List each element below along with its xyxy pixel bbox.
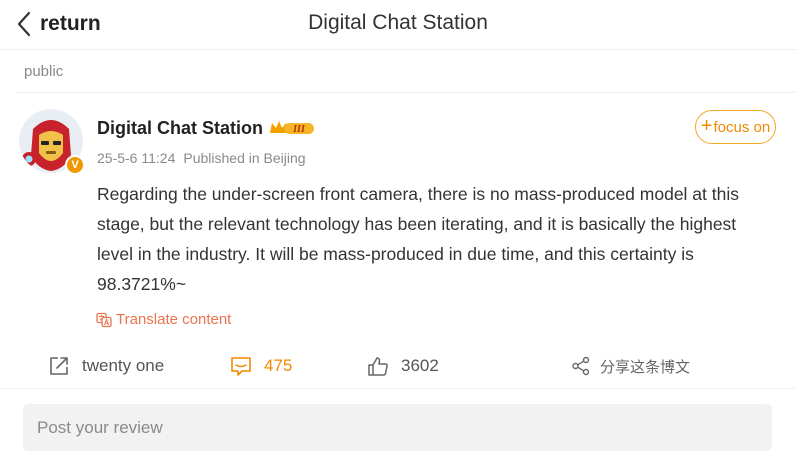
visibility-label: public [24, 63, 64, 80]
translate-label: Translate content [116, 311, 232, 328]
like-count: 3602 [401, 356, 439, 375]
post-meta: 25-5-6 11:24 Published in Beijing [97, 150, 306, 166]
location: Published in Beijing [183, 150, 306, 166]
vip-crown-icon: III [270, 121, 314, 135]
comment-icon [231, 357, 251, 376]
comment-count: 475 [264, 356, 293, 375]
timestamp: 25-5-6 11:24 [97, 150, 176, 166]
share-icon [572, 356, 590, 376]
divider [16, 92, 796, 93]
share-label: 分享这条博文 [600, 358, 691, 376]
vip-level: III [292, 124, 306, 135]
action-bar: twenty one 475 3602 分享这条博文 [0, 345, 796, 389]
author-row: Digital Chat Station III [97, 116, 316, 140]
post-body: Regarding the under-screen front camera,… [97, 184, 739, 294]
thumbs-up-icon [368, 357, 388, 376]
plus-icon: + [700, 115, 713, 137]
author-name[interactable]: Digital Chat Station [97, 118, 263, 139]
forward-icon [50, 357, 68, 375]
translate-icon [96, 312, 112, 327]
share-button[interactable]: 分享这条博文 [571, 353, 690, 379]
review-input[interactable]: Post your review [23, 404, 772, 451]
verified-badge: V [65, 155, 85, 175]
top-bar: return Digital Chat Station [0, 0, 796, 50]
follow-label: focus on [713, 118, 771, 136]
forward-count: twenty one [82, 356, 165, 375]
page-title: Digital Chat Station [308, 11, 488, 34]
review-placeholder: Post your review [37, 417, 163, 437]
forward-button[interactable]: twenty one [48, 353, 164, 379]
vip-badge: III [268, 118, 316, 138]
translate-button[interactable]: Translate content [96, 311, 231, 328]
like-button[interactable]: 3602 [367, 353, 439, 379]
follow-button[interactable]: + focus on [695, 110, 776, 144]
comment-button[interactable]: 475 [230, 353, 292, 379]
